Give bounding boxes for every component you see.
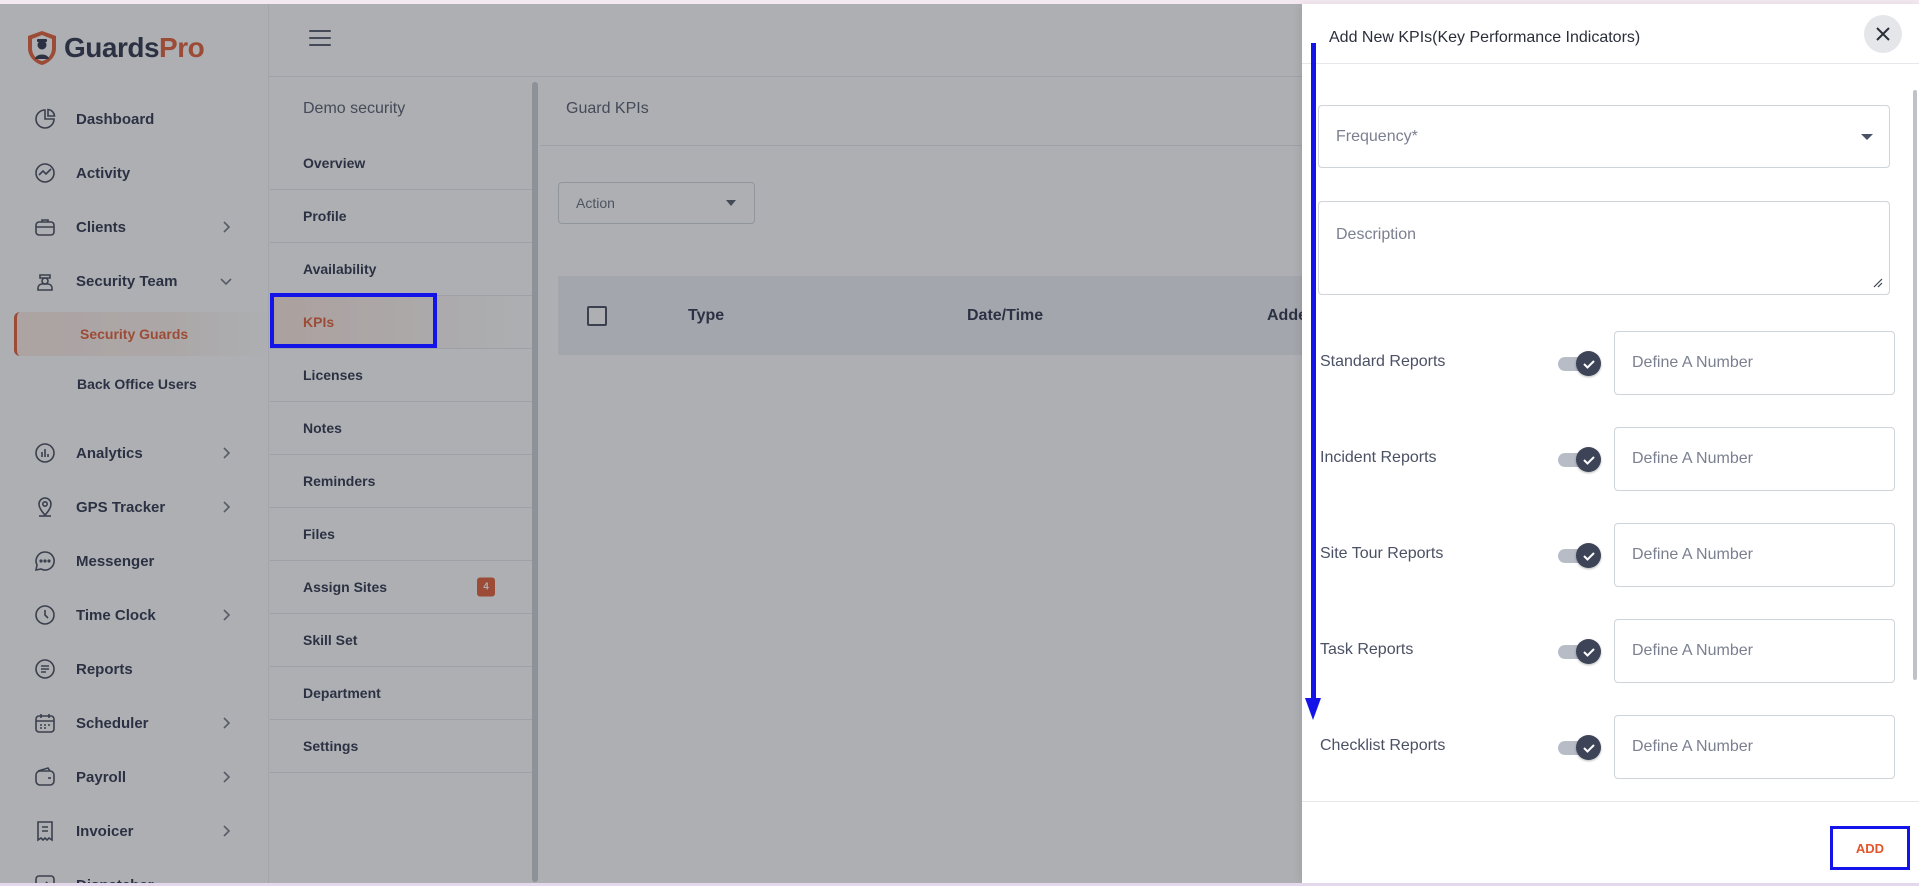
check-icon [1582, 455, 1595, 465]
kpi-number-input[interactable]: Define A Number [1614, 427, 1895, 491]
kpi-label: Standard Reports [1320, 353, 1446, 370]
kpi-label: Site Tour Reports [1320, 545, 1444, 562]
kpi-row-incident-reports: Incident Reports Define A Number [1302, 427, 1919, 491]
kpi-label: Checklist Reports [1320, 737, 1446, 754]
modal-backdrop[interactable] [0, 0, 1302, 886]
kpi-row-checklist-reports: Checklist Reports Define A Number [1302, 715, 1919, 779]
kpi-number-input[interactable]: Define A Number [1614, 523, 1895, 587]
kpi-label: Task Reports [1320, 641, 1414, 658]
check-icon [1582, 743, 1595, 753]
check-icon [1582, 551, 1595, 561]
close-icon [1876, 27, 1890, 41]
resize-handle-icon[interactable] [1871, 276, 1883, 288]
check-icon [1582, 359, 1595, 369]
check-icon [1582, 647, 1595, 657]
close-button[interactable] [1864, 15, 1902, 53]
kpi-number-input[interactable]: Define A Number [1614, 331, 1895, 395]
kpi-row-task-reports: Task Reports Define A Number [1302, 619, 1919, 683]
kpi-toggle[interactable] [1558, 351, 1601, 376]
kpis-tab-highlight [270, 293, 437, 348]
kpi-row-standard-reports: Standard Reports Define A Number [1302, 331, 1919, 395]
drawer-title: Add New KPIs(Key Performance Indicators) [1329, 29, 1641, 46]
kpi-number-input[interactable]: Define A Number [1614, 619, 1895, 683]
frequency-label: Frequency* [1336, 128, 1418, 145]
scroll-direction-arrow [1311, 43, 1316, 708]
caret-down-icon [1861, 134, 1873, 140]
kpi-row-site-tour-reports: Site Tour Reports Define A Number [1302, 523, 1919, 587]
kpi-toggle[interactable] [1558, 735, 1601, 760]
add-button[interactable]: ADD [1830, 826, 1910, 870]
drawer-footer-divider [1302, 801, 1919, 802]
kpi-toggle[interactable] [1558, 447, 1601, 472]
drawer-header: Add New KPIs(Key Performance Indicators) [1302, 4, 1919, 64]
kpi-toggle[interactable] [1558, 543, 1601, 568]
description-textarea[interactable]: Description [1318, 201, 1890, 295]
kpi-toggle[interactable] [1558, 639, 1601, 664]
kpi-number-input[interactable]: Define A Number [1614, 715, 1895, 779]
add-kpi-drawer: Add New KPIs(Key Performance Indicators)… [1302, 4, 1919, 883]
frequency-select[interactable]: Frequency* [1318, 105, 1890, 168]
description-label: Description [1336, 226, 1417, 243]
arrow-down-icon [1305, 698, 1321, 720]
kpi-label: Incident Reports [1320, 449, 1437, 466]
